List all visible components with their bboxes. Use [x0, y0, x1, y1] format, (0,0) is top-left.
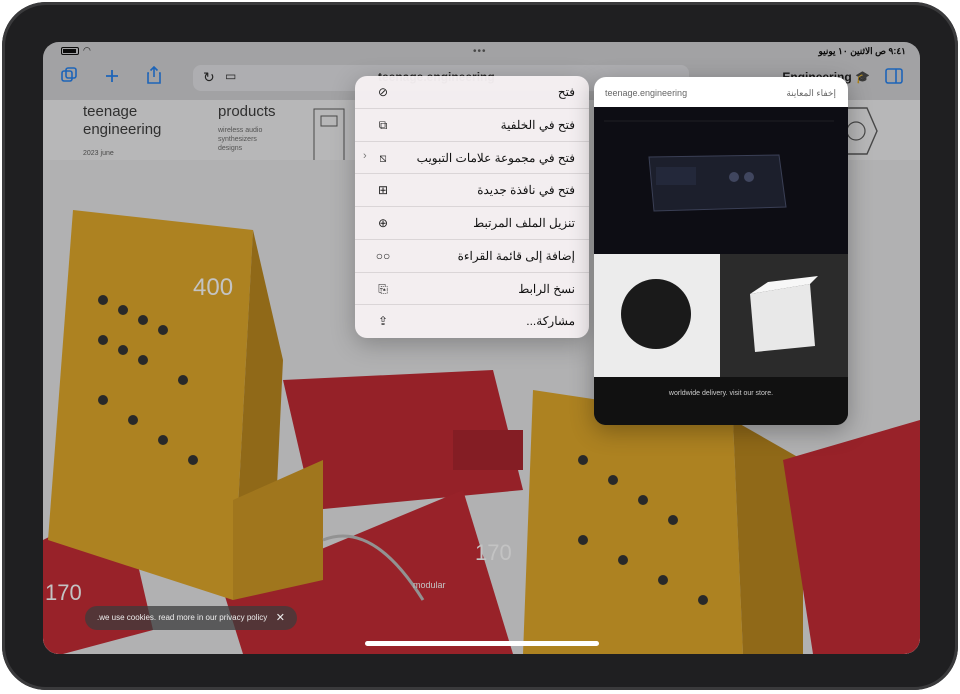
menu-item-label: فتح في نافذة جديدة — [477, 183, 575, 198]
hide-preview-button[interactable]: إخفاء المعاينة — [786, 88, 836, 99]
download-circle-icon: ⊕ — [377, 216, 389, 230]
copy-doc-icon: ⎘ — [378, 281, 388, 296]
preview-header: teenage.engineering إخفاء المعاينة — [594, 77, 848, 107]
menu-item-label: مشاركة... — [526, 314, 575, 329]
ipad-frame: ◠ ••• ٩:٤١ ص الاثنين ١٠ يونيو ↻ ▭ teenag… — [2, 2, 958, 690]
close-icon[interactable]: ✕ — [276, 611, 285, 624]
preview-footer-text: worldwide delivery. visit our store. — [594, 377, 848, 425]
cookie-banner: .we use cookies. read more in our privac… — [85, 606, 297, 630]
menu-item-download-linked-file[interactable]: تنزيل الملف المرتبط ⊕ — [355, 207, 589, 240]
menu-item-label: فتح في مجموعة علامات التبويب — [416, 150, 575, 165]
menu-item-share[interactable]: مشاركة... ⇪ — [355, 305, 589, 338]
menu-item-label: تنزيل الملف المرتبط — [473, 216, 575, 230]
preview-tile-cube — [720, 254, 848, 377]
chevron-left-icon: ‹ — [363, 149, 367, 162]
menu-item-open-background[interactable]: فتح في الخلفية ⧉ — [355, 109, 589, 142]
plus-square-icon: ⧉ — [378, 117, 388, 132]
cube-image — [750, 276, 818, 352]
home-indicator[interactable] — [365, 641, 599, 646]
share-icon: ⇪ — [377, 314, 389, 329]
arrow-up-right-square-icon: ⧄ — [379, 150, 387, 165]
preview-hero-image — [594, 107, 848, 254]
compass-icon: ⊘ — [377, 85, 389, 99]
preview-page: worldwide delivery. visit our store. — [594, 107, 848, 425]
plus-square-icon: ⊞ — [377, 183, 389, 198]
menu-item-open[interactable]: فتح ⊘ — [355, 76, 589, 109]
menu-item-open-tab-group[interactable]: فتح في مجموعة علامات التبويب ⧄ ‹ — [355, 142, 589, 175]
speaker-image — [621, 279, 691, 349]
menu-item-copy-link[interactable]: نسخ الرابط ⎘ — [355, 273, 589, 306]
glasses-icon: ○○ — [375, 248, 391, 263]
menu-item-label: إضافة إلى قائمة القراءة — [457, 248, 575, 263]
menu-item-label: فتح — [557, 85, 575, 99]
preview-tile-speaker — [594, 254, 720, 377]
menu-item-add-reading-list[interactable]: إضافة إلى قائمة القراءة ○○ — [355, 240, 589, 273]
preview-site: teenage.engineering — [605, 88, 688, 98]
link-preview[interactable]: teenage.engineering إخفاء المعاينة world… — [594, 77, 848, 425]
menu-item-open-new-window[interactable]: فتح في نافذة جديدة ⊞ — [355, 174, 589, 207]
cookie-text: .we use cookies. read more in our privac… — [97, 613, 268, 622]
context-menu: فتح ⊘ فتح في الخلفية ⧉ فتح في مجموعة علا… — [355, 76, 589, 338]
menu-item-label: فتح في الخلفية — [500, 117, 575, 132]
screen: ◠ ••• ٩:٤١ ص الاثنين ١٠ يونيو ↻ ▭ teenag… — [43, 42, 920, 654]
menu-item-label: نسخ الرابط — [518, 281, 575, 296]
preview-tiles — [594, 254, 848, 377]
